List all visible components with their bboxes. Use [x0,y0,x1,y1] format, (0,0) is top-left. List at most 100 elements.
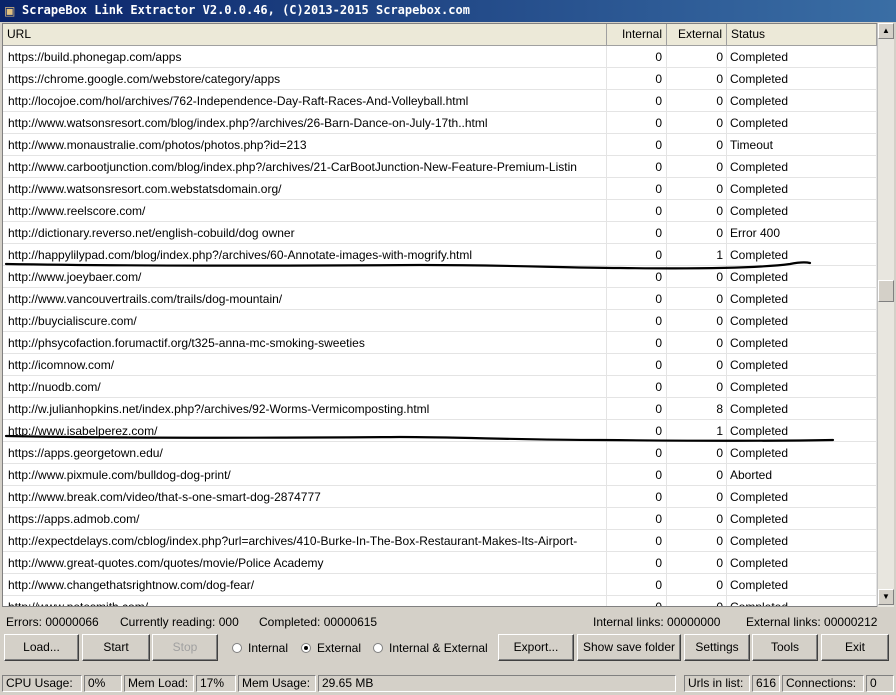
table-row[interactable]: https://build.phonegap.com/apps 0 0 Complet… [3,46,877,68]
table-row[interactable]: http://www.great-quotes.com/quotes/movie… [3,552,877,574]
table-row[interactable]: http://www.monaustralie.com/photos/photo… [3,134,877,156]
url-cell: http://www.pixmule.com/bulldog-dog-print… [3,464,607,486]
external-count-cell: 0 [667,508,727,530]
load-button[interactable]: Load... [4,634,79,661]
connections-label: Connections: [782,675,864,692]
export-button[interactable]: Export... [498,634,574,661]
external-count-cell: 0 [667,178,727,200]
status-bar: CPU Usage: 0% Mem Load: 17% Mem Usage: 2… [0,673,896,695]
table-row[interactable]: http://www.watsonsresort.com.webstatsdom… [3,178,877,200]
status-cell: Completed [727,596,877,606]
radio-external-label: External [317,641,362,655]
external-count-cell: 0 [667,354,727,376]
radio-external[interactable]: External [301,641,361,655]
completed-value: 00000615 [323,615,378,629]
internal-links-label: Internal links: [593,615,664,629]
status-cell: Completed [727,420,877,442]
internal-count-cell: 0 [607,46,667,68]
table-row[interactable]: http://happylilypad.com/blog/index.php?/… [3,244,877,266]
table-row[interactable]: http://www.pixmule.com/bulldog-dog-print… [3,464,877,486]
internal-count-cell: 0 [607,288,667,310]
scroll-up-arrow-icon[interactable]: ▲ [878,23,894,39]
table-row[interactable]: http://www.vancouvertrails.com/trails/do… [3,288,877,310]
internal-count-cell: 0 [607,508,667,530]
radio-external-dot[interactable] [301,642,311,653]
results-table[interactable]: URL Internal External Status https://bui… [2,23,878,607]
external-count-cell: 0 [667,596,727,606]
external-count-cell: 0 [667,200,727,222]
title-bar: ▣ ScrapeBox Link Extractor V2.0.0.46, (C… [0,0,896,22]
external-count-cell: 0 [667,90,727,112]
status-cell: Timeout [727,134,877,156]
table-row[interactable]: http://www.carbootjunction.com/blog/inde… [3,156,877,178]
status-cell: Completed [727,310,877,332]
table-row[interactable]: http://icomnow.com/0 0 Completed [3,354,877,376]
external-links-label: External links: [746,615,821,629]
internal-count-cell: 0 [607,266,667,288]
table-row[interactable]: https://apps.georgetown.edu/0 0 Completed [3,442,877,464]
column-header-external[interactable]: External [667,24,727,46]
table-row[interactable]: http://www.changethatsrightnow.com/dog-f… [3,574,877,596]
status-cell: Completed [727,354,877,376]
url-cell: http://www.joeybaer.com/ [3,266,607,288]
table-row[interactable]: http://www.break.com/video/that-s-one-sm… [3,486,877,508]
table-row[interactable]: http://phsycofaction.forumactif.org/t325… [3,332,877,354]
status-cell: Completed [727,552,877,574]
vertical-scrollbar[interactable]: ▲ ▼ [877,23,894,607]
internal-count-cell: 0 [607,90,667,112]
radio-internal[interactable]: Internal [232,641,288,655]
exit-button[interactable]: Exit [821,634,889,661]
table-row[interactable]: http://nuodb.com/0 0 Completed [3,376,877,398]
start-button[interactable]: Start [82,634,150,661]
column-header-internal[interactable]: Internal [607,24,667,46]
internal-links-stat: Internal links: 00000000 [593,614,720,630]
radio-internal-external[interactable]: Internal & External [373,641,488,655]
status-cell: Completed [727,68,877,90]
url-cell: http://www.petesmith.com/ [3,596,607,606]
table-row[interactable]: http://www.watsonsresort.com/blog/index.… [3,112,877,134]
table-row[interactable]: http://www.joeybaer.com/0 0 Completed [3,266,877,288]
table-row[interactable]: http://www.petesmith.com/0 0 Completed [3,596,877,606]
table-row[interactable]: http://www.reelscore.com/0 0 Completed [3,200,877,222]
window-title: ScrapeBox Link Extractor V2.0.0.46, (C)2… [22,3,470,17]
status-cell: Completed [727,376,877,398]
tools-button[interactable]: Tools [752,634,818,661]
settings-button[interactable]: Settings [684,634,750,661]
radio-internal-dot[interactable] [232,642,242,653]
internal-count-cell: 0 [607,178,667,200]
external-count-cell: 8 [667,398,727,420]
show-save-folder-button[interactable]: Show save folder [577,634,681,661]
status-cell: Completed [727,442,877,464]
table-row[interactable]: https://chrome.google.com/webstore/categ… [3,68,877,90]
cpu-usage-value: 0% [84,675,122,692]
table-row[interactable]: http://w.julianhopkins.net/index.php?/ar… [3,398,877,420]
table-row[interactable]: http://www.isabelperez.com/0 1 Completed [3,420,877,442]
external-count-cell: 0 [667,134,727,156]
status-cell: Completed [727,574,877,596]
scroll-thumb[interactable] [878,280,894,302]
external-count-cell: 0 [667,112,727,134]
url-cell: https://apps.georgetown.edu/ [3,442,607,464]
radio-internal-external-dot[interactable] [373,642,383,653]
table-row[interactable]: http://expectdelays.com/cblog/index.php?… [3,530,877,552]
url-cell: https://apps.admob.com/ [3,508,607,530]
scroll-down-arrow-icon[interactable]: ▼ [878,589,894,605]
internal-count-cell: 0 [607,222,667,244]
table-row[interactable]: http://locojoe.com/hol/archives/762-Inde… [3,90,877,112]
external-count-cell: 0 [667,530,727,552]
status-cell: Completed [727,508,877,530]
internal-count-cell: 0 [607,486,667,508]
url-cell: http://w.julianhopkins.net/index.php?/ar… [3,398,607,420]
stop-button[interactable]: Stop [152,634,218,661]
external-links-stat: External links: 00000212 [746,614,877,630]
internal-count-cell: 0 [607,68,667,90]
column-header-url[interactable]: URL [3,24,607,46]
column-header-status[interactable]: Status [727,24,877,46]
url-cell: http://www.monaustralie.com/photos/photo… [3,134,607,156]
internal-count-cell: 0 [607,552,667,574]
table-row[interactable]: https://apps.admob.com/0 0 Completed [3,508,877,530]
reading-stat: Currently reading: 000 [120,614,239,630]
external-count-cell: 0 [667,552,727,574]
table-row[interactable]: http://dictionary.reverso.net/english-co… [3,222,877,244]
table-row[interactable]: http://buycialiscure.com/0 0 Completed [3,310,877,332]
